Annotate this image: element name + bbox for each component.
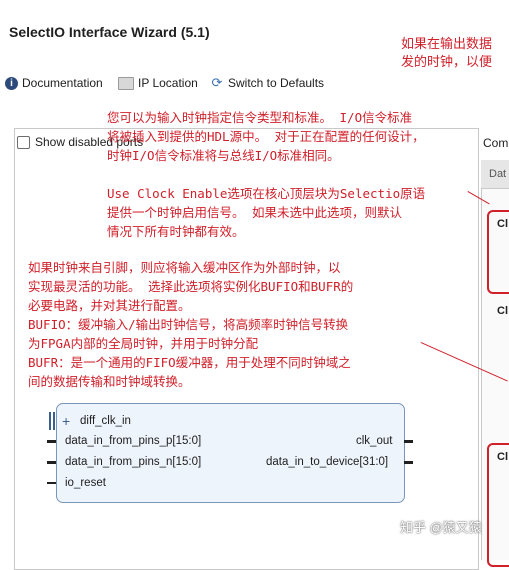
- annotation-bufio-6: BUFR：是一个通用的FIFO缓冲器，用于处理不同时钟域之: [28, 355, 351, 370]
- folder-icon: [118, 76, 134, 90]
- section-clock-2: Cl: [497, 305, 508, 317]
- annotation-bufio-5: 为FPGA内部的全局时钟，并用于时钟分配: [28, 336, 259, 351]
- highlight-box-clock-1: [487, 210, 509, 294]
- annotation-clock-standard-3: 时钟I/O信令标准将与总线I/O标准相同。: [107, 148, 340, 163]
- annotation-bufio-3: 必要电路，并对其进行配置。: [28, 298, 191, 313]
- documentation-label: Documentation: [22, 76, 103, 90]
- annotation-bufio-4: BUFIO：缓冲输入/输出时钟信号，将高频率时钟信号转换: [28, 317, 349, 332]
- annotation-top-right-1: 如果在输出数据: [401, 37, 493, 52]
- annotation-clock-enable-1: Use Clock Enable选项在核心顶层块为Selectio原语: [107, 186, 426, 201]
- show-disabled-ports-checkbox[interactable]: [17, 135, 30, 149]
- annotation-clock-enable-2: 提供一个时钟启用信号。 如果未选中此选项，则默认: [107, 205, 403, 220]
- bus-marker: [53, 412, 55, 430]
- refresh-icon: ⟳: [211, 75, 223, 90]
- tab-data-bus-label: Dat: [489, 168, 507, 180]
- port-clk-out: clk_out: [356, 435, 393, 447]
- toolbar: i Documentation IP Location ⟳ Switch to …: [0, 74, 509, 96]
- port-io-reset: io_reset: [65, 477, 106, 489]
- tab-data-bus[interactable]: Dat: [481, 160, 509, 189]
- port-stub: [47, 440, 56, 443]
- port-data-in-p: data_in_from_pins_p[15:0]: [65, 435, 202, 447]
- annotation-clock-enable-3: 情况下所有时钟都有效。: [107, 224, 245, 239]
- port-data-in-to-device: data_in_to_device[31:0]: [266, 456, 389, 468]
- annotation-bufio-2: 实现最灵活的功能。 选择此选项将实例化BUFIO和BUFR的: [28, 279, 354, 294]
- window-title: SelectIO Interface Wizard (5.1): [9, 24, 210, 40]
- annotation-bufio-7: 间的数据传输和时钟域转换。: [28, 374, 191, 389]
- port-stub: [404, 461, 413, 464]
- switch-defaults-label: Switch to Defaults: [228, 76, 325, 90]
- annotation-clock-standard-1: 您可以为输入时钟指定信令类型和标准。 I/O信令标准: [107, 110, 413, 125]
- watermark: 知乎 @猿又猿: [400, 520, 482, 535]
- switch-defaults-button[interactable]: ⟳ Switch to Defaults: [210, 75, 325, 91]
- annotation-bufio-1: 如果时钟来自引脚，则应将输入缓冲区作为外部时钟，以: [28, 260, 341, 275]
- annotation-clock-standard-2: 将被插入到提供的HDL源中。 对于正在配置的任何设计，: [107, 129, 425, 144]
- ip-location-button[interactable]: IP Location: [118, 76, 198, 90]
- port-stub: [404, 440, 413, 443]
- port-stub: [47, 461, 56, 464]
- component-name-label: Com: [483, 136, 509, 150]
- port-data-in-n: data_in_from_pins_n[15:0]: [65, 456, 202, 468]
- expand-icon[interactable]: +: [62, 413, 70, 429]
- port-stub: [47, 482, 56, 484]
- highlight-box-clock-3: [487, 443, 509, 567]
- annotation-top-right-2: 发的时钟，以便: [401, 55, 493, 70]
- help-icon: i: [5, 76, 18, 90]
- bus-marker: [49, 412, 51, 430]
- port-diff-clk-in: diff_clk_in: [80, 415, 131, 427]
- documentation-button[interactable]: i Documentation: [5, 76, 103, 90]
- ip-location-label: IP Location: [138, 76, 198, 90]
